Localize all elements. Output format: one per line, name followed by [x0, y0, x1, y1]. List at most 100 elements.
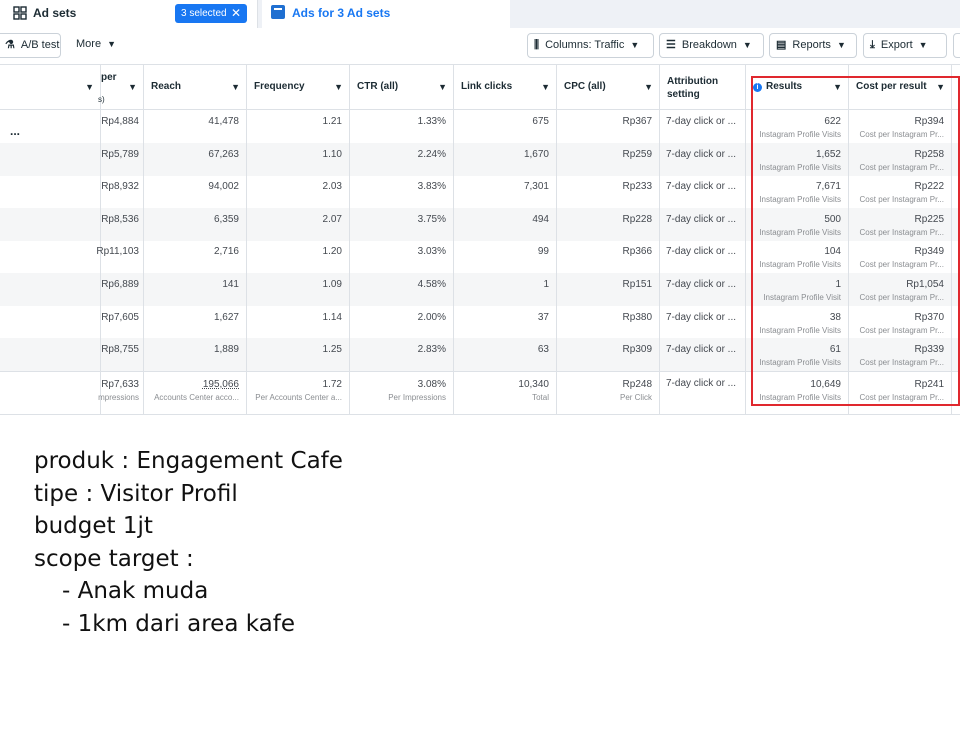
header-name[interactable]: ▼ [0, 65, 101, 110]
tab-ads[interactable]: Ads for 3 Ad sets [262, 0, 510, 28]
totals-cost-per-cell: Rp7,633 mpressions [98, 372, 144, 414]
cell-clicks: 37 [454, 305, 557, 339]
columns-button[interactable]: ⫼ Columns: Traffic ▼ [527, 33, 654, 58]
header-reach[interactable]: Reach ▼ [144, 65, 247, 110]
cell-ctr: 1.33% [350, 110, 454, 143]
note-target-2: - 1km dari area kafe [62, 610, 295, 637]
totals-ctr-sub: Per Impressions [388, 393, 446, 402]
totals-attribution-cell: 7-day click or ... [660, 372, 746, 414]
note-target-1: - Anak muda [62, 578, 209, 604]
cell-cpc: Rp309 [557, 338, 660, 372]
more-actions-icon[interactable]: ... [10, 124, 20, 138]
value-ctr: 4.58% [417, 279, 446, 290]
cell-attr: 7-day click or ... [660, 110, 746, 143]
export-button[interactable]: ⤓ Export ▼ [863, 33, 947, 58]
download-icon: ⤓ [870, 39, 875, 51]
header-frequency[interactable]: Frequency ▼ [247, 65, 350, 110]
cell-clicks: 63 [454, 338, 557, 372]
header-link-clicks-label: Link clicks [461, 81, 513, 92]
cell-reach: 2,716 [144, 240, 247, 274]
totals-reach[interactable]: 195,066 [203, 379, 239, 390]
reports-button[interactable]: ▤ Reports ▼ [769, 33, 857, 58]
cell-freq: 1.21 [247, 110, 350, 143]
totals-link-clicks-cell: 10,340 Total [454, 372, 557, 414]
row-name-cell [0, 338, 101, 372]
edge-button[interactable] [953, 33, 960, 58]
breakdown-button[interactable]: ☰ Breakdown ▼ [659, 33, 764, 58]
note-scope: scope target : [34, 545, 194, 572]
totals-cost-per-sub: mpressions [98, 393, 139, 402]
cell-cpi: Rp4,884 [101, 110, 144, 143]
value-cpi: Rp11,103 [96, 246, 139, 258]
value-ctr: 2.00% [417, 311, 446, 323]
cell-reach: 94,002 [144, 175, 247, 209]
totals-frequency: 1.72 [322, 379, 342, 390]
value-reach: 1,627 [213, 311, 239, 323]
totals-reach-sub: Accounts Center acco... [154, 393, 239, 402]
cell-cpc: Rp151 [557, 273, 660, 306]
cell-attr: 7-day click or ... [660, 175, 746, 209]
ab-test-button[interactable]: ⚗ A/B test [0, 33, 61, 58]
cell-freq: 1.09 [247, 273, 350, 306]
caret-down-icon: ▼ [107, 39, 116, 49]
cell-cpi: Rp8,755 [101, 338, 144, 372]
cell-ctr: 3.83% [350, 175, 454, 209]
value-reach: 1,889 [213, 344, 239, 356]
value-clicks: 63 [537, 344, 549, 356]
cell-clicks: 7,301 [454, 175, 557, 209]
cell-cpi: Rp5,789 [101, 142, 144, 176]
totals-cost-per: Rp7,633 [101, 379, 139, 390]
totals-name-cell [0, 372, 101, 414]
value-ctr: 3.75% [417, 213, 446, 225]
cell-ctr: 3.75% [350, 207, 454, 241]
breakdown-icon: ☰ [666, 39, 676, 51]
columns-label: Columns: Traffic [545, 39, 625, 51]
selected-count-label: 3 selected [181, 8, 227, 19]
caret-down-icon: ▼ [541, 82, 550, 92]
close-icon[interactable]: ✕ [231, 4, 241, 23]
caret-down-icon: ▼ [644, 82, 653, 92]
cell-ctr: 2.83% [350, 338, 454, 372]
value-cpi: Rp8,755 [101, 344, 139, 356]
more-button[interactable]: More ▼ [70, 33, 128, 58]
value-clicks: 1,670 [523, 148, 549, 160]
value-freq: 1.14 [322, 311, 342, 323]
totals-cpc-sub: Per Click [619, 393, 652, 402]
cell-reach: 41,478 [144, 110, 247, 143]
tab-ad-sets[interactable]: Ad sets 3 selected ✕ [0, 0, 258, 28]
value-clicks: 7,301 [523, 181, 549, 193]
value-reach: 2,716 [213, 246, 239, 258]
cell-cpc: Rp380 [557, 305, 660, 339]
totals-ctr: 3.08% [417, 379, 446, 390]
header-cpc-label: CPC (all) [564, 81, 606, 92]
header-attribution-label: Attribution setting [667, 75, 718, 101]
value-ctr: 3.03% [417, 246, 446, 258]
cell-ctr: 4.58% [350, 273, 454, 306]
value-freq: 1.09 [322, 279, 342, 290]
header-link-clicks[interactable]: Link clicks ▼ [454, 65, 557, 110]
header-cost-per[interactable]: per s) ▼ [98, 65, 144, 110]
tab-ads-label: Ads for 3 Ad sets [292, 6, 391, 20]
row-name-cell [0, 142, 101, 176]
value-clicks: 494 [532, 213, 549, 225]
cell-clicks: 494 [454, 207, 557, 241]
selected-count-chip[interactable]: 3 selected ✕ [175, 4, 247, 23]
value-reach: 67,263 [208, 148, 239, 160]
more-label: More [76, 38, 102, 50]
caret-down-icon: ▼ [742, 40, 752, 50]
value-freq: 2.03 [322, 181, 342, 193]
totals-cpc-cell: Rp248 Per Click [557, 372, 660, 414]
value-cpc: Rp259 [622, 148, 652, 160]
cell-ctr: 2.00% [350, 305, 454, 339]
cell-clicks: 675 [454, 110, 557, 143]
cell-cpi: Rp7,605 [101, 305, 144, 339]
cell-clicks: 1 [454, 273, 557, 306]
header-cpc[interactable]: CPC (all) ▼ [557, 65, 660, 110]
value-clicks: 1 [543, 279, 549, 290]
header-attribution[interactable]: Attribution setting [660, 65, 746, 110]
totals-link-clicks: 10,340 [518, 379, 549, 390]
value-attr: 7-day click or ... [666, 213, 737, 225]
cell-ctr: 3.03% [350, 240, 454, 274]
caret-down-icon: ▼ [128, 82, 137, 92]
header-ctr[interactable]: CTR (all) ▼ [350, 65, 454, 110]
